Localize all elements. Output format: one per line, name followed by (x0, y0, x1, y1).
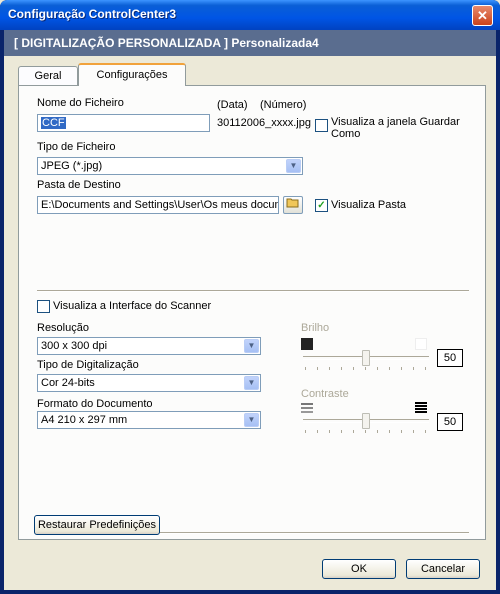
cancel-button[interactable]: Cancelar (406, 559, 480, 579)
brightness-slider-thumb[interactable] (362, 350, 370, 366)
dialog-client-area: [ DIGITALIZAÇÃO PERSONALIZADA ] Personal… (4, 30, 496, 590)
contrast-slider-thumb[interactable] (362, 413, 370, 429)
contrast-value[interactable]: 50 (437, 413, 463, 431)
folder-icon (286, 198, 299, 208)
show-folder-checkbox[interactable]: ✓ (315, 199, 328, 212)
document-size-label: Formato do Documento (37, 398, 153, 410)
destination-value: E:\Documents and Settings\User\Os meus d… (41, 199, 279, 211)
chevron-down-icon[interactable]: ▼ (244, 339, 259, 353)
scan-profile-header: [ DIGITALIZAÇÃO PERSONALIZADA ] Personal… (4, 30, 496, 56)
destination-input[interactable]: E:\Documents and Settings\User\Os meus d… (37, 196, 279, 214)
document-size-select[interactable]: A4 210 x 297 mm ▼ (37, 411, 261, 429)
brightness-dark-icon (301, 338, 313, 350)
settings-panel: Nome do Ficheiro (Data) (Número) CCF 301… (18, 85, 486, 540)
restore-defaults-button[interactable]: Restaurar Predefinições (34, 515, 160, 535)
show-folder-checkbox-label: Visualiza Pasta (331, 199, 407, 211)
tab-geral[interactable]: Geral (18, 66, 78, 86)
resolution-value: 300 x 300 dpi (41, 340, 108, 352)
date-label: (Data) (217, 99, 248, 111)
window-title: Configuração ControlCenter3 (8, 7, 177, 21)
scanner-interface-checkbox[interactable] (37, 300, 50, 313)
scan-type-value: Cor 24-bits (41, 377, 95, 389)
scanner-interface-label: Visualiza a Interface do Scanner (53, 300, 212, 312)
file-name-value: CCF (41, 117, 66, 129)
close-button[interactable]: ✕ (472, 5, 493, 26)
scan-type-label: Tipo de Digitalização (37, 359, 139, 371)
contrast-high-icon (415, 402, 427, 413)
title-bar[interactable]: Configuração ControlCenter3 ✕ (0, 0, 500, 30)
brightness-label: Brilho (301, 322, 330, 334)
number-label: (Número) (260, 99, 307, 111)
chevron-down-icon[interactable]: ▼ (286, 159, 301, 173)
brightness-value[interactable]: 50 (437, 349, 463, 367)
file-type-label: Tipo de Ficheiro (37, 141, 116, 153)
file-name-pattern: 30112006_xxxx.jpg (217, 117, 311, 129)
save-as-checkbox[interactable] (315, 119, 328, 132)
ok-button[interactable]: OK (322, 559, 396, 579)
tab-configuracoes[interactable]: Configurações (78, 63, 186, 86)
browse-folder-button[interactable] (283, 196, 303, 214)
close-icon: ✕ (477, 8, 488, 23)
chevron-down-icon[interactable]: ▼ (244, 413, 259, 427)
brightness-light-icon (415, 338, 427, 350)
file-type-select[interactable]: JPEG (*.jpg) ▼ (37, 157, 303, 175)
dialog-window: Configuração ControlCenter3 ✕ [ DIGITALI… (0, 0, 500, 594)
document-size-value: A4 210 x 297 mm (41, 414, 128, 426)
separator (37, 290, 469, 292)
contrast-label: Contraste (301, 388, 349, 400)
resolution-select[interactable]: 300 x 300 dpi ▼ (37, 337, 261, 355)
chevron-down-icon[interactable]: ▼ (244, 376, 259, 390)
contrast-low-icon (301, 403, 313, 413)
save-as-checkbox-label: Visualiza a janela Guardar Como (331, 116, 460, 140)
file-name-input[interactable]: CCF (37, 114, 210, 132)
destination-label: Pasta de Destino (37, 179, 121, 191)
file-type-value: JPEG (*.jpg) (41, 160, 103, 172)
scan-type-select[interactable]: Cor 24-bits ▼ (37, 374, 261, 392)
file-name-label: Nome do Ficheiro (37, 97, 124, 109)
resolution-label: Resolução (37, 322, 89, 334)
